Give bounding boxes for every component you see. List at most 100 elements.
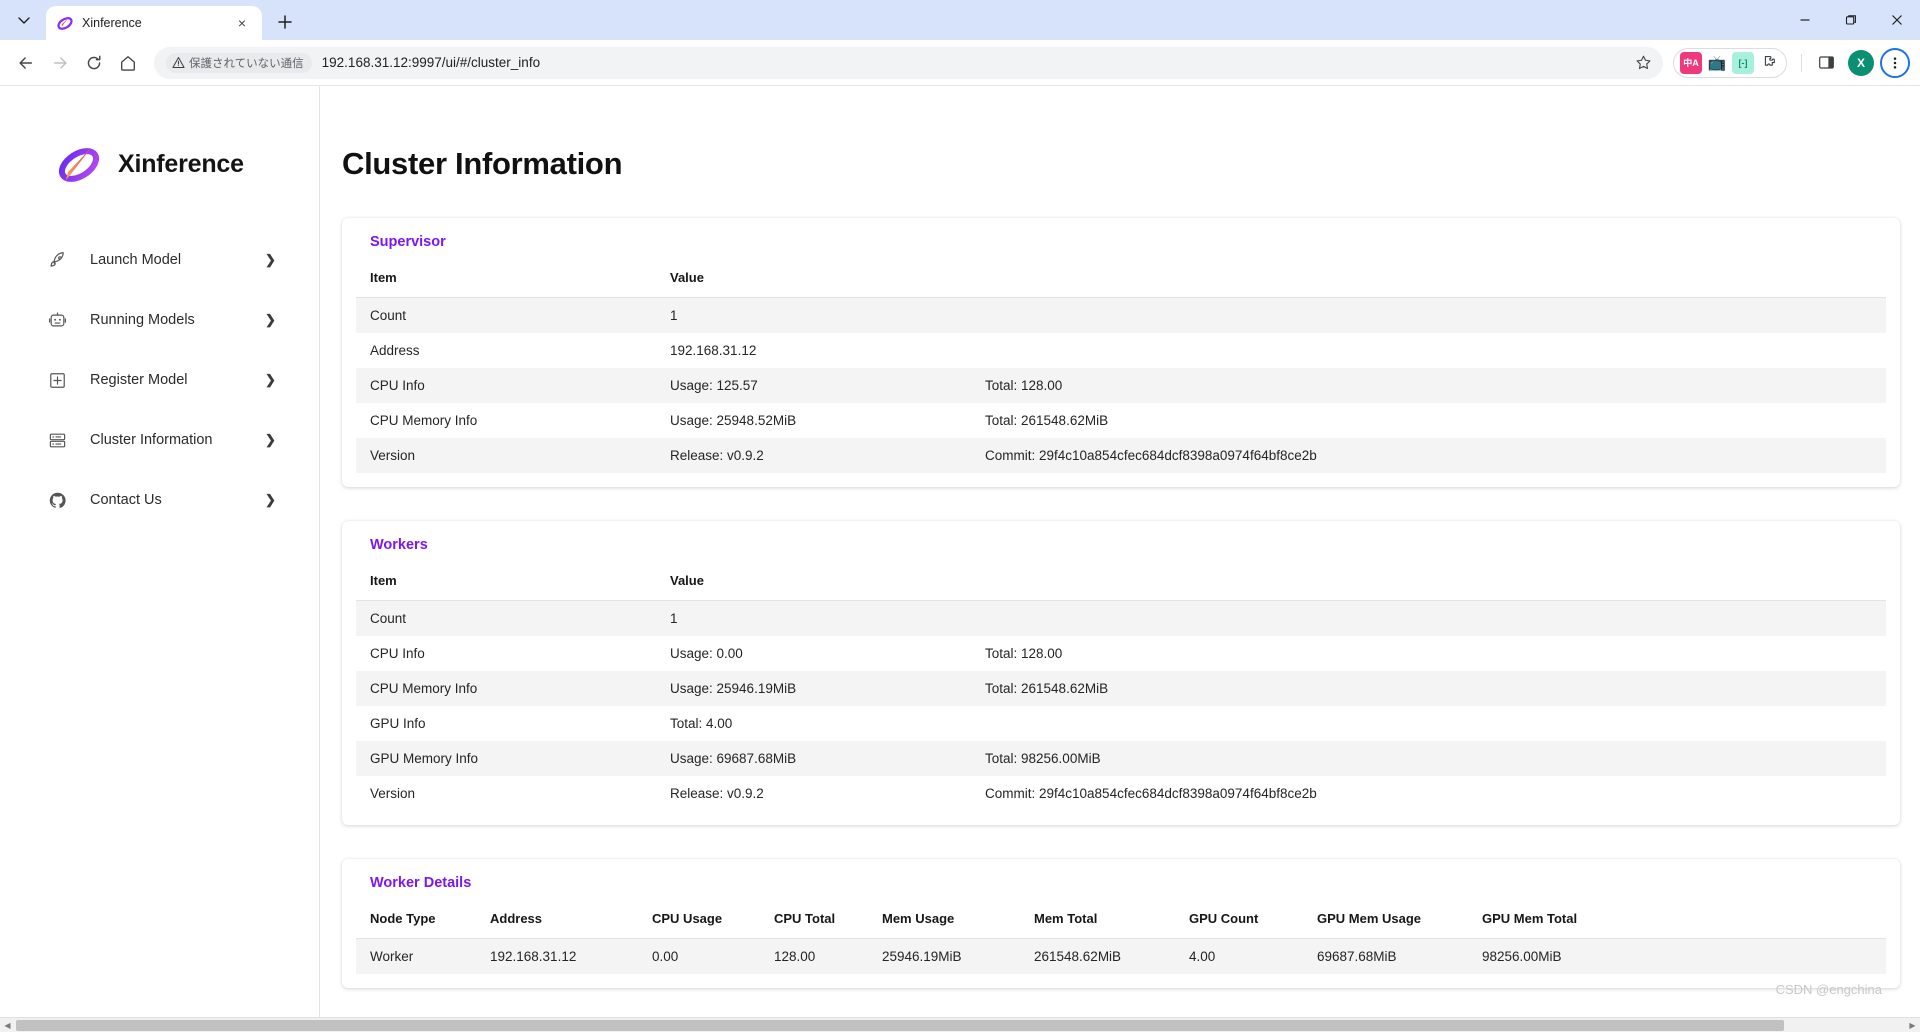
sidebar-item-register-model[interactable]: Register Model ❯ (22, 360, 297, 400)
maximize-icon (1845, 15, 1856, 25)
worker-details-table: Node Type Address CPU Usage CPU Total Me… (356, 905, 1886, 974)
github-icon (44, 491, 70, 510)
side-panel-icon[interactable] (1810, 47, 1842, 79)
cell-address: 192.168.31.12 (490, 949, 577, 964)
puzzle-extensions-icon[interactable] (1758, 52, 1780, 74)
cell-extra: Total: 128.00 (985, 646, 1063, 661)
robot-icon (44, 311, 70, 330)
horizontal-scrollbar[interactable]: ◀ ▶ (0, 1017, 1920, 1032)
column-header: Value (656, 264, 971, 298)
cell-value: Usage: 25946.19MiB (670, 681, 797, 696)
forward-button[interactable] (44, 47, 76, 79)
column-header (971, 264, 1886, 298)
supervisor-table: Item Value Count 1 Address 192.168.31.12… (356, 264, 1886, 473)
cell-extra: Commit: 29f4c10a854cfec684dcf8398a0974f6… (985, 786, 1317, 801)
sidebar-item-cluster-information[interactable]: Cluster Information ❯ (22, 420, 297, 460)
scroll-right-arrow-icon[interactable]: ▶ (1905, 1018, 1920, 1032)
address-bar[interactable]: 保護されていない通信 192.168.31.12:9997/ui/#/clust… (154, 46, 1663, 79)
cell-value: Usage: 25948.52MiB (670, 413, 797, 428)
sidebar-nav: Launch Model ❯ Running Models ❯ Register… (0, 240, 319, 520)
server-icon (44, 431, 70, 450)
chevron-right-icon: ❯ (265, 252, 276, 267)
side-panel-icon (1818, 56, 1834, 69)
url-text[interactable]: 192.168.31.12:9997/ui/#/cluster_info (318, 55, 1623, 70)
tab-strip: Xinference × (0, 0, 1920, 40)
new-tab-button[interactable] (270, 7, 300, 37)
column-header-gpu-count: GPU Count (1175, 905, 1303, 939)
bookmark-star-icon[interactable] (1629, 49, 1657, 77)
cell-item: Version (370, 448, 416, 463)
toolbar-divider (1801, 53, 1802, 72)
workers-table: Item Value Count 1 CPU Info Usage: 0.00 … (356, 567, 1886, 811)
chevron-right-icon: ❯ (265, 432, 276, 447)
window-close-button[interactable] (1874, 0, 1920, 40)
sidebar-item-label: Register Model (90, 372, 188, 388)
cell-cpu-usage: 0.00 (652, 949, 679, 964)
browser-menu-button[interactable] (1880, 47, 1910, 78)
brand-header[interactable]: Xinference (0, 112, 319, 198)
cell-value: 1 (670, 308, 678, 323)
tv-extension-icon[interactable]: 📺 (1706, 52, 1728, 74)
chevron-right-icon: ❯ (265, 312, 276, 327)
rocket-icon (44, 251, 70, 270)
column-header-gpu-mem-usage: GPU Mem Usage (1303, 905, 1468, 939)
window-minimize-button[interactable] (1782, 0, 1828, 40)
table-row: Version Release: v0.9.2 Commit: 29f4c10a… (356, 776, 1886, 811)
cell-mem-total: 261548.62MiB (1034, 949, 1122, 964)
sidebar-item-label: Running Models (90, 312, 195, 328)
cell-value: Usage: 125.57 (670, 378, 758, 393)
browser-toolbar: 保護されていない通信 192.168.31.12:9997/ui/#/clust… (0, 40, 1920, 86)
cell-gpu-mem-total: 98256.00MiB (1482, 949, 1562, 964)
cell-item: Address (370, 343, 420, 358)
cell-value: Release: v0.9.2 (670, 786, 764, 801)
cell-item: GPU Memory Info (370, 751, 479, 766)
tab-close-icon[interactable]: × (232, 13, 252, 33)
cell-gpu-mem-usage: 69687.68MiB (1317, 949, 1397, 964)
column-header-mem-usage: Mem Usage (868, 905, 1020, 939)
cell-value: Usage: 0.00 (670, 646, 743, 661)
reload-button[interactable] (78, 47, 110, 79)
column-header: Item (356, 567, 656, 601)
arrow-right-icon (53, 56, 67, 69)
sidebar-item-running-models[interactable]: Running Models ❯ (22, 300, 297, 340)
supervisor-card: Supervisor Item Value Count 1 Address 19… (342, 218, 1900, 487)
app-sidebar: Xinference Launch Model ❯ Running Models… (0, 86, 320, 1017)
profile-avatar[interactable]: X (1848, 49, 1874, 76)
supervisor-title: Supervisor (370, 234, 446, 250)
cell-value: 192.168.31.12 (670, 343, 757, 358)
cell-mem-usage: 25946.19MiB (882, 949, 962, 964)
sidebar-item-launch-model[interactable]: Launch Model ❯ (22, 240, 297, 280)
cell-item: GPU Info (370, 716, 426, 731)
column-header-mem-total: Mem Total (1020, 905, 1175, 939)
sidebar-item-contact-us[interactable]: Contact Us ❯ (22, 480, 297, 520)
table-row: Count 1 (356, 600, 1886, 636)
scroll-left-arrow-icon[interactable]: ◀ (0, 1018, 15, 1032)
table-header-row: Item Value (356, 567, 1886, 601)
site-security-label: 保護されていない通信 (189, 57, 304, 70)
plus-icon (278, 15, 292, 29)
cell-gpu-count: 4.00 (1189, 949, 1216, 964)
sidebar-item-label: Cluster Information (90, 432, 213, 448)
translate-extension-icon[interactable]: 中A (1680, 51, 1702, 74)
tab-search-button[interactable] (6, 5, 42, 35)
brand-name: Xinference (118, 149, 244, 178)
scrollbar-thumb[interactable] (16, 1019, 1784, 1031)
window-maximize-button[interactable] (1828, 0, 1874, 40)
browser-tab[interactable]: Xinference × (46, 6, 262, 40)
brackets-extension-icon[interactable]: [-] (1732, 51, 1754, 74)
cell-item: CPU Memory Info (370, 413, 478, 428)
cell-extra (971, 706, 1886, 741)
cell-extra: Total: 98256.00MiB (985, 751, 1101, 766)
sidebar-item-label: Contact Us (90, 492, 162, 508)
arrow-left-icon (19, 56, 33, 69)
column-header (971, 567, 1886, 601)
chevron-right-icon: ❯ (265, 372, 276, 387)
cell-extra: Commit: 29f4c10a854cfec684dcf8398a0974f6… (985, 448, 1317, 463)
site-security-badge[interactable]: 保護されていない通信 (166, 52, 312, 73)
home-button[interactable] (112, 47, 144, 79)
main-content: Cluster Information Supervisor Item Valu… (320, 86, 1920, 1017)
table-row: CPU Memory Info Usage: 25946.19MiB Total… (356, 671, 1886, 706)
back-button[interactable] (10, 47, 42, 79)
cell-item: CPU Info (370, 646, 425, 661)
window-controls (1782, 0, 1920, 40)
